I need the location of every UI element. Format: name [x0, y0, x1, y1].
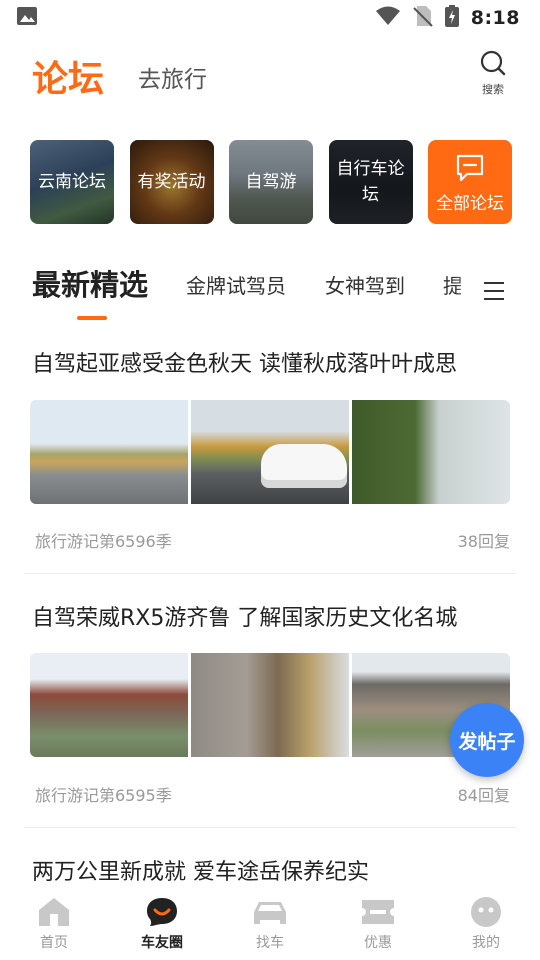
post-category: 旅行游记第6596季 — [35, 532, 172, 551]
divider — [24, 573, 516, 574]
tile-label: 自驾游 — [245, 172, 297, 192]
nav-label: 我的 — [472, 935, 500, 951]
post-image — [30, 653, 188, 757]
post-image — [191, 400, 349, 504]
nav-label: 优惠 — [364, 935, 392, 951]
nav-car-friends[interactable]: 车友圈 — [108, 890, 216, 960]
ticket-icon — [324, 896, 432, 928]
wifi-icon — [375, 6, 401, 30]
tab-goddess-arrives[interactable]: 女神驾到 — [325, 270, 405, 299]
forum-tile-prize-events[interactable]: 有奖活动 — [129, 140, 214, 224]
bottom-navigation: 首页 车友圈 找车 优惠 我的 — [0, 890, 540, 960]
message-square-icon — [455, 153, 485, 191]
forum-tile-all[interactable]: 全部论坛 — [428, 140, 512, 224]
search-label: 搜索 — [482, 83, 504, 96]
image-icon — [16, 6, 38, 30]
tab-latest-picks[interactable]: 最新精选 — [32, 262, 148, 304]
nav-label: 首页 — [40, 935, 68, 951]
forum-tile-yunnan[interactable]: 云南论坛 — [30, 140, 114, 224]
active-tab-indicator — [77, 316, 107, 320]
tile-label: 云南论坛 — [38, 172, 106, 192]
reply-count: 84回复 — [457, 786, 510, 805]
profile-face-icon — [432, 896, 540, 928]
app-header: 论坛 去旅行 搜索 — [0, 46, 540, 104]
status-bar: 8:18 — [0, 0, 540, 36]
car-icon — [216, 896, 324, 928]
post-image — [191, 653, 349, 757]
post-images — [30, 400, 510, 504]
post-title: 自驾起亚感受金色秋天 读懂秋成落叶叶成思 — [32, 352, 457, 377]
nav-label: 找车 — [256, 935, 284, 951]
divider — [24, 827, 516, 828]
tile-label: 有奖活动 — [137, 172, 206, 192]
battery-charging-icon — [444, 5, 459, 31]
nav-find-car[interactable]: 找车 — [216, 890, 324, 960]
tab-gold-test-driver[interactable]: 金牌试驾员 — [186, 270, 286, 299]
post-images — [30, 653, 510, 757]
forum-tile-self-drive[interactable]: 自驾游 — [229, 140, 313, 224]
category-tabs: 最新精选 金牌试驾员 女神驾到 提 — [0, 256, 540, 326]
tab-fade-overlay — [455, 264, 479, 304]
forum-shortcuts: 云南论坛 有奖活动 自驾游 自行车论坛 全部论坛 — [30, 140, 512, 224]
forum-title-tab[interactable]: 论坛 — [32, 50, 104, 102]
search-button[interactable]: 搜索 — [476, 50, 510, 97]
no-sim-icon — [413, 5, 433, 31]
tab-menu-button[interactable] — [484, 282, 504, 306]
new-post-button[interactable]: 发帖子 — [450, 703, 524, 777]
post-image — [352, 400, 510, 504]
all-forums-content: 全部论坛 — [428, 140, 512, 224]
nav-profile[interactable]: 我的 — [432, 890, 540, 960]
tile-label: 自行车论坛 — [336, 159, 405, 205]
post-category: 旅行游记第6595季 — [35, 786, 172, 805]
nav-deals[interactable]: 优惠 — [324, 890, 432, 960]
clock: 8:18 — [470, 7, 520, 29]
chat-smile-icon — [108, 896, 216, 928]
search-icon — [480, 50, 506, 80]
travel-title-tab[interactable]: 去旅行 — [138, 60, 207, 94]
post-title: 两万公里新成就 爱车途岳保养纪实 — [32, 860, 369, 885]
forum-tile-bicycle[interactable]: 自行车论坛 — [328, 140, 413, 224]
home-icon — [0, 896, 108, 928]
nav-label: 车友圈 — [141, 935, 183, 951]
nav-home[interactable]: 首页 — [0, 890, 108, 960]
post-image — [30, 400, 188, 504]
reply-count: 38回复 — [457, 532, 510, 551]
post-title: 自驾荣威RX5游齐鲁 了解国家历史文化名城 — [32, 606, 458, 631]
tile-label: 全部论坛 — [436, 194, 504, 214]
